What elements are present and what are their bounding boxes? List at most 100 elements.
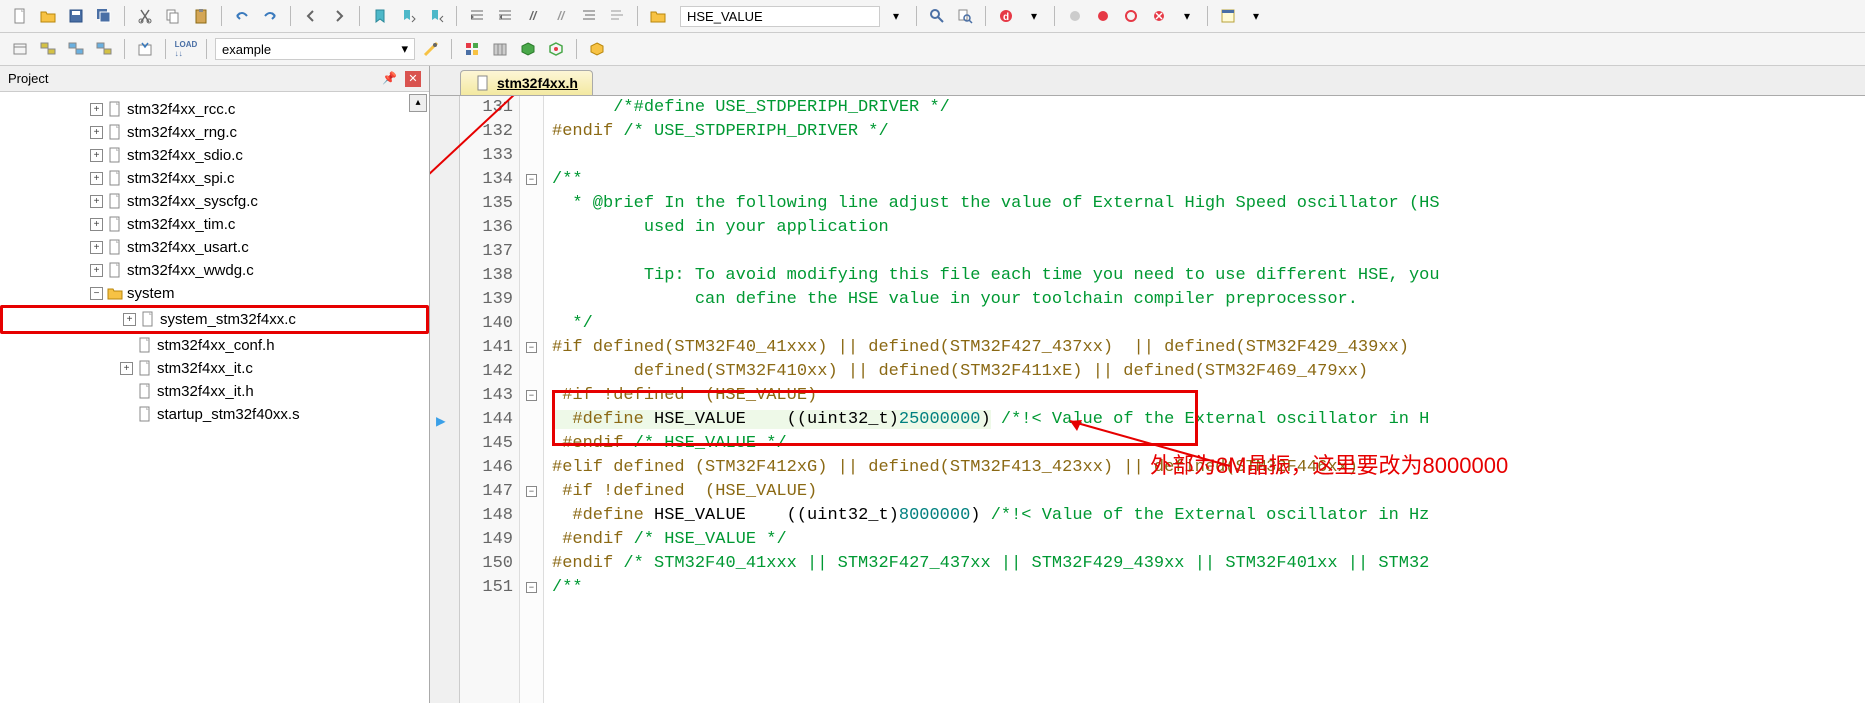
fold-toggle[interactable]: − [526, 486, 537, 497]
tree-file[interactable]: +stm32f4xx_rcc.c [0, 98, 429, 121]
tree-file[interactable]: +stm32f4xx_spi.c [0, 167, 429, 190]
outdent-button[interactable] [493, 4, 517, 28]
format-button[interactable] [577, 4, 601, 28]
tree-file[interactable]: +stm32f4xx_sdio.c [0, 144, 429, 167]
breakpoint-dropdown[interactable]: ▾ [1175, 4, 1199, 28]
bookmark-marker[interactable]: ▶ [436, 410, 446, 434]
code-line[interactable]: #elif defined (STM32F412xG) || defined(S… [552, 456, 1865, 480]
code-area[interactable]: ▶ 13113213313413513613713813914014114214… [430, 96, 1865, 703]
configure-button[interactable] [419, 37, 443, 61]
scroll-up-button[interactable]: ▴ [409, 94, 427, 112]
format2-button[interactable] [605, 4, 629, 28]
code-line[interactable]: * @brief In the following line adjust th… [552, 192, 1865, 216]
fold-gutter[interactable]: − − − − − [520, 96, 544, 703]
tree-file[interactable]: stm32f4xx_conf.h [0, 334, 429, 357]
save-button[interactable] [64, 4, 88, 28]
project-tree[interactable]: ▴ +stm32f4xx_rcc.c+stm32f4xx_rng.c+stm32… [0, 92, 429, 704]
manage-button[interactable] [460, 37, 484, 61]
fold-toggle[interactable]: − [526, 390, 537, 401]
code-line[interactable]: #define HSE_VALUE ((uint32_t)8000000) /*… [552, 504, 1865, 528]
opt3-button[interactable] [92, 37, 116, 61]
expander-icon[interactable]: + [123, 313, 136, 326]
editor-tab[interactable]: stm32f4xx.h [460, 70, 593, 95]
code-line[interactable]: #endif /* STM32F40_41xxx || STM32F427_43… [552, 552, 1865, 576]
nav-back-button[interactable] [299, 4, 323, 28]
debug-dropdown[interactable]: ▾ [1022, 4, 1046, 28]
nav-forward-button[interactable] [327, 4, 351, 28]
bookmark-gutter[interactable]: ▶ [430, 96, 460, 703]
tree-file[interactable]: +stm32f4xx_it.c [0, 357, 429, 380]
pack-button[interactable] [516, 37, 540, 61]
bookmark-next-button[interactable] [424, 4, 448, 28]
bookmark-button[interactable] [368, 4, 392, 28]
tree-folder[interactable]: −system [0, 282, 429, 305]
window-dropdown[interactable]: ▾ [1244, 4, 1268, 28]
load-button[interactable]: LOAD↓↓ [174, 37, 198, 61]
save-all-button[interactable] [92, 4, 116, 28]
tree-file[interactable]: startup_stm32f40xx.s [0, 403, 429, 426]
build-button[interactable] [133, 37, 157, 61]
code-line[interactable]: /** [552, 576, 1865, 600]
fold-toggle[interactable]: − [526, 582, 537, 593]
window-button[interactable] [1216, 4, 1240, 28]
cut-button[interactable] [133, 4, 157, 28]
expander-icon[interactable]: + [90, 126, 103, 139]
pack3-button[interactable] [585, 37, 609, 61]
code-line[interactable]: used in your application [552, 216, 1865, 240]
code-line[interactable]: #define HSE_VALUE ((uint32_t)25000000) /… [552, 408, 1865, 432]
uncomment-button[interactable]: // [549, 4, 573, 28]
code-line[interactable]: /** [552, 168, 1865, 192]
expander-icon[interactable]: + [90, 103, 103, 116]
open-file-button[interactable] [36, 4, 60, 28]
fold-toggle[interactable]: − [526, 174, 537, 185]
search-dropdown[interactable]: ▾ [884, 4, 908, 28]
code-line[interactable]: #if !defined (HSE_VALUE) [552, 384, 1865, 408]
breakpoint-disable-button[interactable] [1119, 4, 1143, 28]
expander-icon[interactable]: + [90, 172, 103, 185]
find-button[interactable] [925, 4, 949, 28]
expander-icon[interactable]: − [90, 287, 103, 300]
expander-icon[interactable]: + [90, 195, 103, 208]
tree-file[interactable]: +stm32f4xx_tim.c [0, 213, 429, 236]
expander-icon[interactable]: + [90, 149, 103, 162]
tree-file[interactable]: +system_stm32f4xx.c [0, 305, 429, 334]
code-line[interactable]: defined(STM32F410xx) || defined(STM32F41… [552, 360, 1865, 384]
find-in-files-button[interactable] [953, 4, 977, 28]
code-line[interactable]: /*#define USE_STDPERIPH_DRIVER */ [552, 96, 1865, 120]
redo-button[interactable] [258, 4, 282, 28]
code-line[interactable]: #endif /* HSE_VALUE */ [552, 528, 1865, 552]
target-button[interactable] [8, 37, 32, 61]
opt2-button[interactable] [64, 37, 88, 61]
code-line[interactable]: #endif /* HSE_VALUE */ [552, 432, 1865, 456]
books-button[interactable] [488, 37, 512, 61]
code-line[interactable]: #if defined(STM32F40_41xxx) || defined(S… [552, 336, 1865, 360]
tree-file[interactable]: +stm32f4xx_usart.c [0, 236, 429, 259]
paste-button[interactable] [189, 4, 213, 28]
panel-close-button[interactable]: ✕ [405, 71, 421, 87]
code-line[interactable] [552, 240, 1865, 264]
debug-button[interactable]: d [994, 4, 1018, 28]
indent-button[interactable] [465, 4, 489, 28]
expander-icon[interactable]: + [120, 362, 133, 375]
breakpoint-red-button[interactable] [1091, 4, 1115, 28]
tree-file[interactable]: +stm32f4xx_wwdg.c [0, 259, 429, 282]
comment-button[interactable]: // [521, 4, 545, 28]
code-content[interactable]: /*#define USE_STDPERIPH_DRIVER */#endif … [544, 96, 1865, 703]
options-button[interactable] [36, 37, 60, 61]
expander-icon[interactable]: + [90, 264, 103, 277]
code-line[interactable]: can define the HSE value in your toolcha… [552, 288, 1865, 312]
target-select[interactable]: example▾ [215, 38, 415, 60]
pack2-button[interactable] [544, 37, 568, 61]
search-input[interactable] [680, 6, 880, 27]
expander-icon[interactable]: + [90, 218, 103, 231]
code-line[interactable]: #endif /* USE_STDPERIPH_DRIVER */ [552, 120, 1865, 144]
pin-button[interactable]: 📌 [382, 71, 397, 85]
new-file-button[interactable] [8, 4, 32, 28]
code-line[interactable]: #if !defined (HSE_VALUE) [552, 480, 1865, 504]
code-line[interactable]: Tip: To avoid modifying this file each t… [552, 264, 1865, 288]
breakpoint-kill-button[interactable] [1147, 4, 1171, 28]
tree-file[interactable]: stm32f4xx_it.h [0, 380, 429, 403]
tree-file[interactable]: +stm32f4xx_rng.c [0, 121, 429, 144]
fold-toggle[interactable]: − [526, 342, 537, 353]
breakpoint-gray-button[interactable] [1063, 4, 1087, 28]
